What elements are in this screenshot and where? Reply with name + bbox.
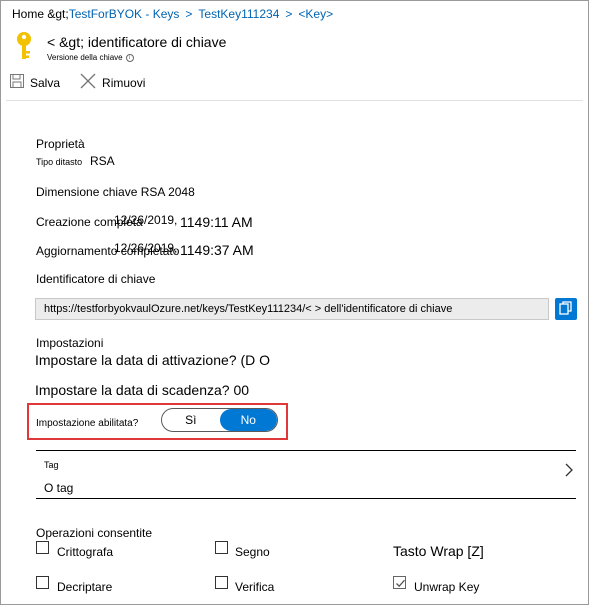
encrypt-label: Crittografa bbox=[57, 545, 114, 559]
breadcrumb-key-version[interactable]: <Key bbox=[298, 7, 326, 21]
copy-button[interactable] bbox=[555, 298, 577, 320]
enabled-toggle[interactable]: Sì No bbox=[161, 408, 278, 432]
key-type-value: RSA bbox=[90, 154, 115, 168]
toolbar: Salva Rimuovi bbox=[10, 73, 159, 92]
expiration-date-text: Impostare la data di scadenza? 00 bbox=[35, 382, 250, 398]
close-icon bbox=[80, 73, 96, 92]
created-time: 1149:11 AM bbox=[180, 214, 253, 230]
copy-icon bbox=[559, 300, 573, 318]
properties-heading: Proprietà bbox=[36, 137, 85, 151]
operations-heading: Operazioni consentite bbox=[36, 526, 153, 540]
unwrap-key-label: Unwrap Key bbox=[414, 580, 480, 594]
tags-value[interactable]: O tag bbox=[44, 481, 73, 495]
wrap-key-label: Tasto Wrap [Z] bbox=[393, 543, 484, 559]
tags-bottom-divider bbox=[36, 498, 576, 499]
save-label: Salva bbox=[30, 75, 61, 90]
sign-checkbox[interactable] bbox=[215, 541, 228, 554]
breadcrumb-separator: > bbox=[326, 7, 334, 21]
updated-time: 1149:37 AM bbox=[180, 242, 254, 258]
page-subtitle: Versione della chiave i bbox=[47, 53, 134, 62]
verify-label: Verifica bbox=[235, 580, 275, 594]
sign-label: Segno bbox=[235, 545, 270, 559]
settings-heading: Impostazioni bbox=[36, 336, 104, 350]
key-type-label: Tipo ditasto bbox=[36, 157, 83, 167]
key-id-label: Identificatore di chiave bbox=[36, 272, 156, 286]
remove-button[interactable]: Rimuovi bbox=[80, 73, 145, 92]
updated-date: 12/26/2019, bbox=[114, 241, 178, 255]
toggle-no[interactable]: No bbox=[219, 409, 277, 431]
key-id-field[interactable]: https://testforbyokvaulOzure.net/keys/Te… bbox=[35, 298, 549, 320]
save-button[interactable]: Salva bbox=[10, 74, 60, 91]
tags-top-divider bbox=[36, 450, 576, 451]
key-icon bbox=[14, 31, 34, 61]
tags-label: Tag bbox=[44, 460, 59, 470]
subtitle-text: Versione della chiave bbox=[47, 53, 123, 62]
toggle-yes[interactable]: Sì bbox=[162, 409, 220, 431]
enabled-label: Impostazione abilitata? bbox=[36, 418, 139, 429]
verify-checkbox[interactable] bbox=[215, 576, 228, 589]
breadcrumb: Home &gt;TestForBYOK - Keys > TestKey11123… bbox=[12, 7, 339, 21]
encrypt-checkbox[interactable] bbox=[36, 541, 49, 554]
info-icon[interactable]: i bbox=[125, 53, 134, 62]
chevron-right-icon[interactable] bbox=[565, 463, 573, 477]
key-size-text: Dimensione chiave RSA 2048 bbox=[36, 185, 195, 199]
breadcrumb-separator: > bbox=[185, 7, 193, 21]
toolbar-divider bbox=[6, 100, 583, 101]
breadcrumb-key-name[interactable]: TestKey111234 bbox=[198, 7, 279, 21]
breadcrumb-separator: > bbox=[285, 7, 293, 21]
decrypt-label: Decriptare bbox=[57, 580, 113, 594]
page-title: < &gt; identificatore di chiave bbox=[47, 34, 227, 50]
created-date: 12/26/2019, bbox=[114, 213, 178, 227]
check-icon bbox=[396, 579, 405, 588]
activation-date-text: Impostare la data di attivazione? (D O bbox=[35, 352, 271, 368]
breadcrumb-vault-keys[interactable]: TestForBYOK - Keys bbox=[69, 7, 180, 21]
save-icon bbox=[10, 74, 24, 91]
remove-label: Rimuovi bbox=[102, 75, 146, 90]
decrypt-checkbox[interactable] bbox=[36, 576, 49, 589]
unwrap-key-checkbox[interactable] bbox=[393, 576, 406, 589]
breadcrumb-home[interactable]: Home &gt; bbox=[12, 7, 69, 21]
